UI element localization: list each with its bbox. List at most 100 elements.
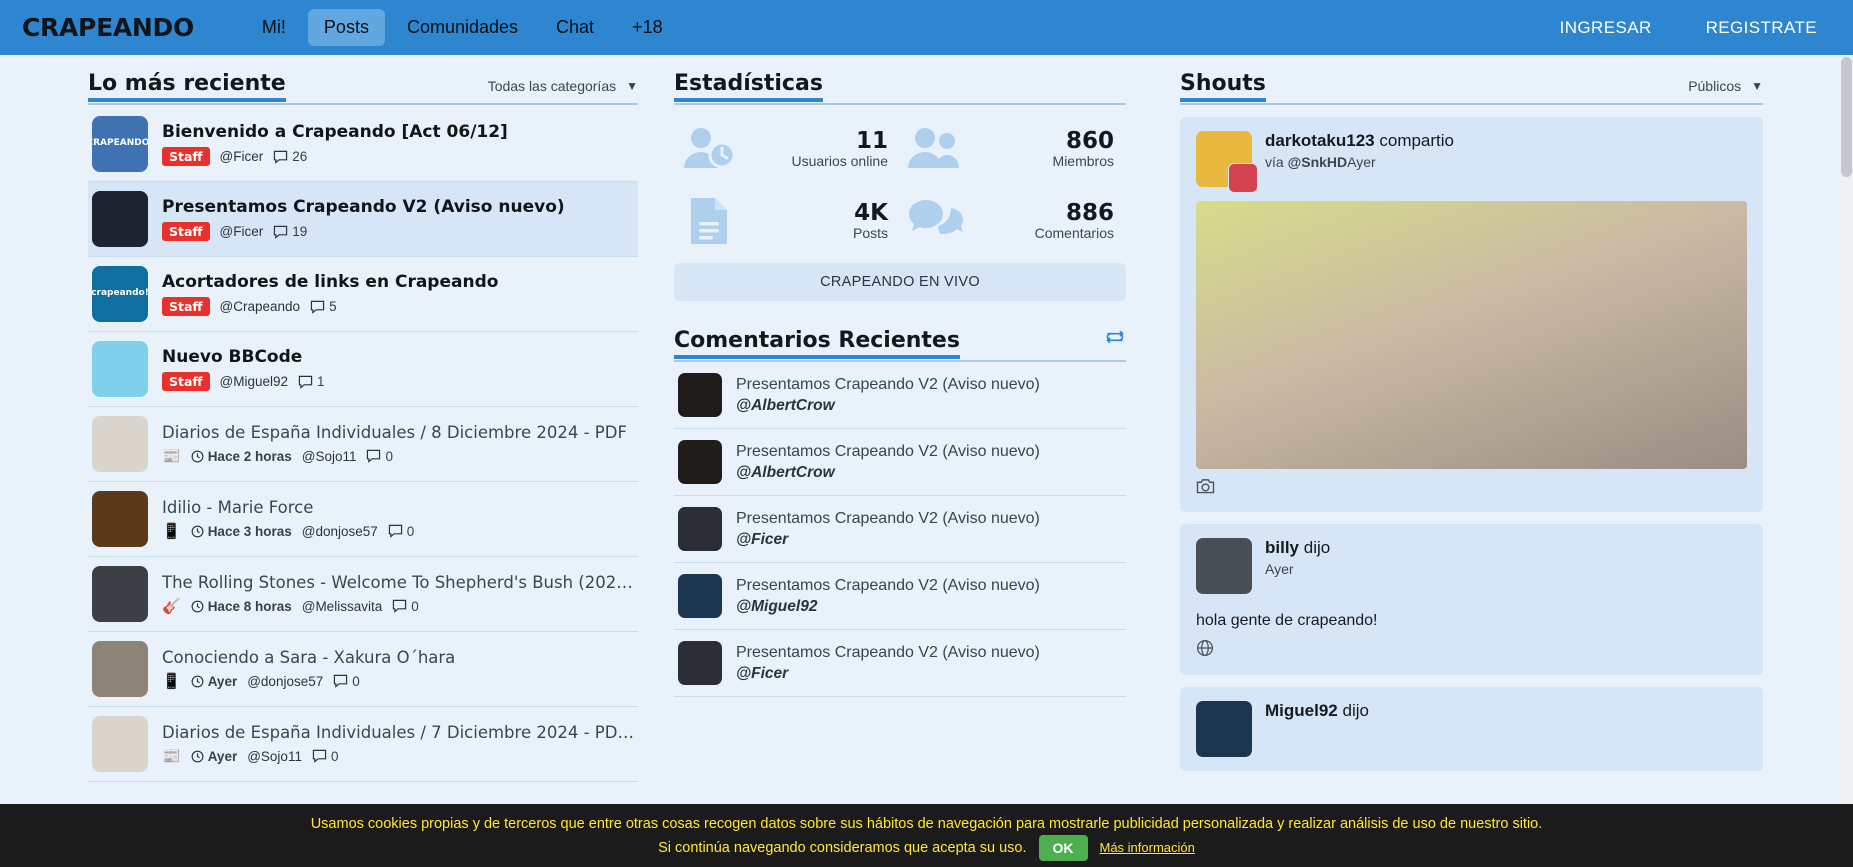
live-button[interactable]: CRAPEANDO EN VIVO [674, 263, 1126, 301]
shout-text: hola gente de crapeando! [1196, 612, 1378, 629]
avatar[interactable] [1196, 538, 1252, 594]
post-author[interactable]: @Ficer [220, 149, 264, 164]
avatar[interactable] [1196, 701, 1252, 757]
comment-author[interactable]: @AlbertCrow [736, 397, 1040, 415]
comment-post-title[interactable]: Presentamos Crapeando V2 (Aviso nuevo) [736, 577, 1040, 595]
post-thumbnail[interactable] [92, 566, 148, 622]
nav-item-mi[interactable]: Mi! [246, 9, 302, 46]
post-row[interactable]: Diarios de España Individuales / 7 Dicie… [88, 707, 638, 782]
post-title[interactable]: Presentamos Crapeando V2 (Aviso nuevo) [162, 197, 634, 217]
nav-item-chat[interactable]: Chat [540, 9, 610, 46]
comment-author[interactable]: @AlbertCrow [736, 464, 1040, 482]
post-row[interactable]: The Rolling Stones - Welcome To Shepherd… [88, 557, 638, 632]
cookie-accept-button[interactable]: OK [1038, 834, 1088, 862]
comment-text-block: Presentamos Crapeando V2 (Aviso nuevo) @M… [736, 577, 1040, 616]
comment-row[interactable]: Presentamos Crapeando V2 (Aviso nuevo) @A… [674, 429, 1126, 496]
cookie-actions: Si continúa navegando consideramos que a… [658, 834, 1195, 862]
post-row[interactable]: Diarios de España Individuales / 8 Dicie… [88, 407, 638, 482]
post-meta: Staff @Crapeando 5 [162, 297, 634, 316]
shout-username[interactable]: billy [1265, 538, 1299, 557]
shout-username[interactable]: Miguel92 [1265, 701, 1338, 720]
shout-via-user[interactable]: @SnkHD [1288, 154, 1348, 170]
shout-when: Ayer [1347, 154, 1376, 170]
post-author[interactable]: @Crapeando [220, 299, 301, 314]
post-author[interactable]: @Ficer [220, 224, 264, 239]
recent-posts-column: Lo más reciente Todas las categorías ▼ C… [0, 71, 660, 867]
post-title[interactable]: Nuevo BBCode [162, 347, 634, 367]
post-meta: 🎸 Hace 8 horas @Melissavita 0 [162, 597, 634, 615]
comment-row[interactable]: Presentamos Crapeando V2 (Aviso nuevo) @F… [674, 630, 1126, 697]
shout-username[interactable]: darkotaku123 [1265, 131, 1375, 150]
comment-author[interactable]: @Ficer [736, 665, 1040, 683]
newspaper-icon: 📰 [162, 448, 181, 465]
post-thumbnail[interactable] [92, 341, 148, 397]
page-scrollbar[interactable] [1839, 55, 1853, 867]
post-meta: Staff @Ficer 19 [162, 222, 634, 241]
commenter-avatar[interactable] [678, 440, 722, 484]
post-author[interactable]: @Sojo11 [302, 449, 357, 464]
nav-item-18[interactable]: +18 [616, 9, 679, 46]
register-button[interactable]: REGISTRATE [1692, 10, 1831, 46]
avatar-secondary[interactable] [1228, 163, 1258, 193]
nav-item-posts[interactable]: Posts [307, 9, 385, 46]
post-title[interactable]: Bienvenido a Crapeando [Act 06/12] [162, 122, 634, 142]
post-comment-count: 26 [292, 149, 308, 164]
comment-post-title[interactable]: Presentamos Crapeando V2 (Aviso nuevo) [736, 443, 1040, 461]
cookie-more-info-link[interactable]: Más información [1100, 839, 1195, 858]
post-thumbnail[interactable] [92, 716, 148, 772]
post-title[interactable]: Diarios de España Individuales / 7 Dicie… [162, 723, 634, 742]
post-time: Hace 3 horas [191, 524, 292, 539]
post-title[interactable]: Acortadores de links en Crapeando [162, 272, 634, 292]
comment-author[interactable]: @Ficer [736, 531, 1040, 549]
post-author[interactable]: @Melissavita [302, 599, 382, 614]
post-title[interactable]: Idilio - Marie Force [162, 498, 634, 517]
post-row[interactable]: Presentamos Crapeando V2 (Aviso nuevo) St… [88, 182, 638, 257]
category-filter[interactable]: Todas las categorías ▼ [488, 78, 638, 99]
post-time: Ayer [191, 674, 237, 689]
post-time: Hace 2 horas [191, 449, 292, 464]
post-row[interactable]: Conociendo a Sara - Xakura O´hara 📱 Ayer @d… [88, 632, 638, 707]
post-thumbnail[interactable] [92, 641, 148, 697]
post-author[interactable]: @donjose57 [247, 674, 323, 689]
post-row[interactable]: crapeando! Acortadores de links en Crapea… [88, 257, 638, 332]
commenter-avatar[interactable] [678, 641, 722, 685]
comment-row[interactable]: Presentamos Crapeando V2 (Aviso nuevo) @F… [674, 496, 1126, 563]
statistics-column: Estadísticas 11 Usuarios online 860 Miembro… [660, 71, 1140, 867]
site-logo[interactable]: CRAPEANDO [22, 13, 194, 42]
shout-image[interactable] [1196, 201, 1747, 469]
refresh-icon[interactable] [1104, 327, 1126, 356]
post-thumbnail[interactable]: crapeando! [92, 266, 148, 322]
comment-post-title[interactable]: Presentamos Crapeando V2 (Aviso nuevo) [736, 644, 1040, 662]
shouts-filter[interactable]: Públicos ▼ [1688, 78, 1763, 99]
comment-row[interactable]: Presentamos Crapeando V2 (Aviso nuevo) @M… [674, 563, 1126, 630]
post-thumbnail[interactable] [92, 491, 148, 547]
post-thumbnail[interactable] [92, 191, 148, 247]
post-row[interactable]: CRAPEANDO! Bienvenido a Crapeando [Act 06… [88, 107, 638, 182]
stat-posts: 4K Posts [674, 187, 900, 255]
commenter-avatar[interactable] [678, 507, 722, 551]
shout-user-line: darkotaku123 compartio [1265, 131, 1454, 151]
comment-post-title[interactable]: Presentamos Crapeando V2 (Aviso nuevo) [736, 376, 1040, 394]
camera-icon [1196, 478, 1747, 498]
commenter-avatar[interactable] [678, 574, 722, 618]
post-author[interactable]: @donjose57 [302, 524, 378, 539]
commenter-avatar[interactable] [678, 373, 722, 417]
post-title[interactable]: The Rolling Stones - Welcome To Shepherd… [162, 573, 634, 592]
post-row[interactable]: Idilio - Marie Force 📱 Hace 3 horas @donjos… [88, 482, 638, 557]
nav-item-comunidades[interactable]: Comunidades [391, 9, 534, 46]
scrollbar-thumb[interactable] [1841, 57, 1852, 177]
post-thumbnail[interactable]: CRAPEANDO! [92, 116, 148, 172]
comment-post-title[interactable]: Presentamos Crapeando V2 (Aviso nuevo) [736, 510, 1040, 528]
login-button[interactable]: INGRESAR [1546, 10, 1666, 46]
post-row[interactable]: Nuevo BBCode Staff @Miguel92 1 [88, 332, 638, 407]
post-title[interactable]: Diarios de España Individuales / 8 Dicie… [162, 423, 634, 442]
post-meta: 📰 Hace 2 horas @Sojo11 0 [162, 447, 634, 465]
post-thumbnail[interactable] [92, 416, 148, 472]
comment-row[interactable]: Presentamos Crapeando V2 (Aviso nuevo) @A… [674, 362, 1126, 429]
shout-user-line: billy dijo [1265, 538, 1330, 558]
post-author[interactable]: @Miguel92 [220, 374, 289, 389]
post-title[interactable]: Conociendo a Sara - Xakura O´hara [162, 648, 634, 667]
shout-action: dijo [1342, 701, 1369, 720]
comment-author[interactable]: @Miguel92 [736, 598, 1040, 616]
post-author[interactable]: @Sojo11 [247, 749, 302, 764]
